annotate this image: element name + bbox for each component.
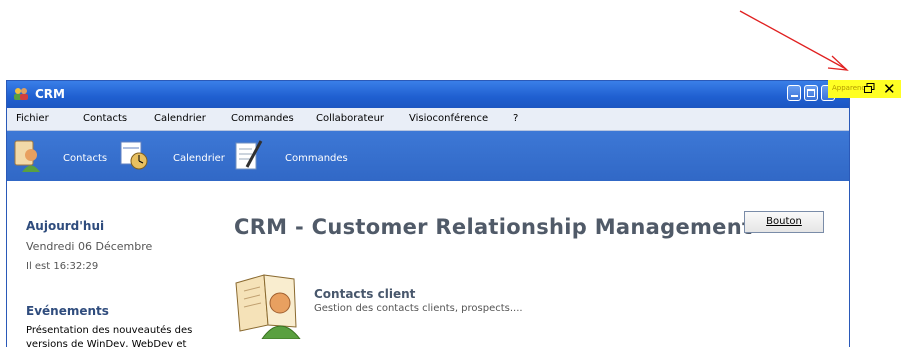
- menu-help[interactable]: ?: [513, 113, 518, 124]
- window-title: CRM: [35, 87, 65, 101]
- calendar-clock-icon[interactable]: [119, 137, 149, 173]
- orders-pen-icon[interactable]: [233, 137, 263, 173]
- contact-person-icon[interactable]: [13, 137, 43, 173]
- menu-collaborateur[interactable]: Collaborateur: [316, 113, 384, 124]
- bouton-button[interactable]: Bouton: [744, 211, 824, 233]
- page-title: CRM - Customer Relationship Management: [234, 215, 753, 239]
- content-area: Aujourd'hui Vendredi 06 Décembre Il est …: [7, 181, 849, 347]
- maximize-icon: [807, 89, 815, 97]
- menu-contacts[interactable]: Contacts: [83, 113, 127, 124]
- menu-commandes[interactable]: Commandes: [231, 113, 294, 124]
- minimize-icon: [791, 95, 798, 97]
- menu-visioconference[interactable]: Visioconférence: [409, 113, 488, 124]
- minimize-button[interactable]: [787, 85, 801, 101]
- title-bar[interactable]: CRM: [7, 81, 849, 108]
- toolbar: Contacts Calendrier Commandes: [7, 131, 849, 181]
- current-date: Vendredi 06 Décembre: [26, 240, 153, 253]
- close-icon[interactable]: ✕: [883, 80, 896, 98]
- menu-fichier[interactable]: Fichier: [16, 113, 49, 124]
- contacts-client-subtitle: Gestion des contacts clients, prospects.…: [314, 303, 523, 314]
- toolbar-commandes-label[interactable]: Commandes: [285, 153, 348, 164]
- contacts-book-icon[interactable]: [234, 269, 306, 339]
- menu-bar: Fichier Contacts Calendrier Commandes Co…: [7, 108, 849, 131]
- menu-calendrier[interactable]: Calendrier: [154, 113, 206, 124]
- current-time: Il est 16:32:29: [26, 261, 99, 272]
- restore-icon[interactable]: [864, 83, 875, 94]
- contacts-client-title[interactable]: Contacts client: [314, 287, 415, 301]
- toolbar-contacts-label[interactable]: Contacts: [63, 153, 107, 164]
- pin-widget: Apparence ✕: [828, 80, 901, 98]
- maximize-button[interactable]: [804, 85, 818, 101]
- today-heading: Aujourd'hui: [26, 219, 105, 233]
- app-people-icon: [14, 88, 28, 100]
- events-text: Présentation des nouveautés des versions…: [26, 325, 193, 347]
- crm-window: CRM Fichier Contacts Calendrier Commande…: [6, 80, 850, 347]
- events-heading: Evénements: [26, 304, 109, 318]
- toolbar-calendrier-label[interactable]: Calendrier: [173, 153, 225, 164]
